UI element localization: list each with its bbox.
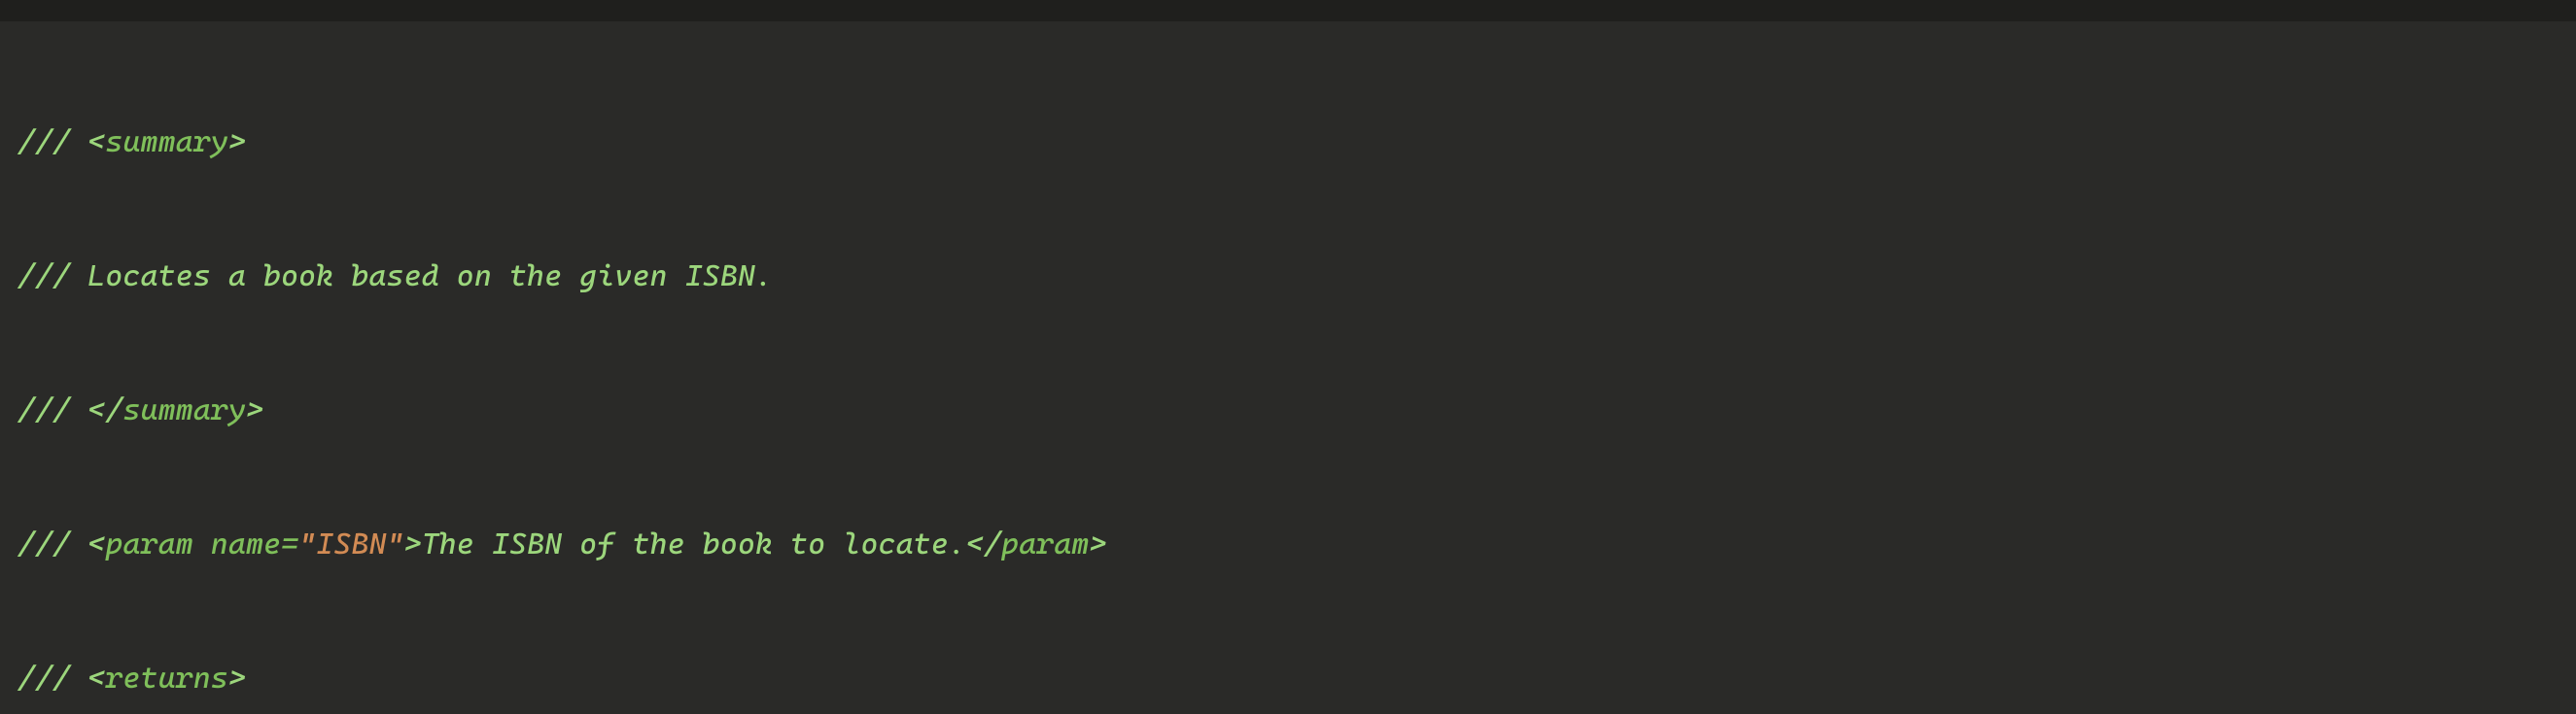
tok: summary <box>105 125 228 159</box>
code-line[interactable]: /// <summary> <box>17 120 2576 165</box>
tok: /// < <box>17 527 105 561</box>
code-line[interactable]: /// </summary> <box>17 389 2576 433</box>
tok: /// < <box>17 125 105 159</box>
tok: summary <box>122 393 246 427</box>
tok: returns <box>105 662 228 696</box>
editor-top-bar <box>0 0 2576 21</box>
code-editor[interactable]: /// <summary> /// Locates a book based o… <box>0 21 2576 714</box>
code-line[interactable]: /// Locates a book based on the given IS… <box>17 255 2576 299</box>
tok: param <box>105 527 210 561</box>
tok: >The ISBN of the book to locate.</ <box>404 527 1001 561</box>
tok: /// Locates a book based on the given IS… <box>17 259 773 293</box>
tok: /// </ <box>17 393 122 427</box>
tok: name= <box>211 527 298 561</box>
code-line[interactable]: /// <param name="ISBN">The ISBN of the b… <box>17 523 2576 567</box>
tok: > <box>228 125 246 159</box>
tok: param <box>1001 527 1089 561</box>
tok: > <box>1089 527 1106 561</box>
code-line[interactable]: /// <returns> <box>17 657 2576 701</box>
tok: > <box>228 662 246 696</box>
tok: > <box>246 393 263 427</box>
tok: "ISBN" <box>298 527 403 561</box>
tok: /// < <box>17 662 105 696</box>
